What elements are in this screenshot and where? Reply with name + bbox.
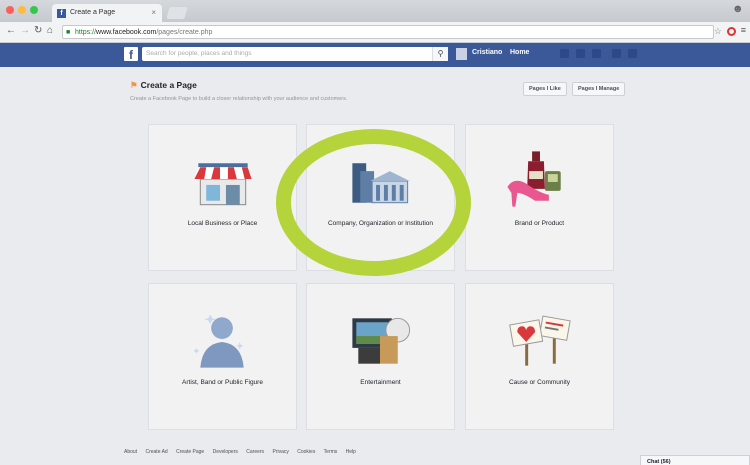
footer-link-privacy[interactable]: Privacy [272, 449, 288, 455]
facebook-search-input[interactable]: Search for people, places and things [142, 47, 447, 61]
pages-i-like-button[interactable]: Pages I Like [523, 82, 567, 96]
facebook-top-bar: f Search for people, places and things ⚲… [0, 43, 750, 67]
search-icon[interactable]: ⚲ [432, 47, 448, 61]
url-scheme: https:// [75, 29, 97, 36]
browser-window: f Create a Page × ☻ ← → ↻ ⌂ ■ https://ww… [0, 0, 750, 465]
category-label: Entertainment [360, 379, 401, 386]
flag-icon: ⚑ [130, 80, 138, 90]
friend-requests-icon[interactable] [560, 49, 569, 58]
footer-link-create-page[interactable]: Create Page [176, 449, 204, 455]
home-icon[interactable]: ⌂ [47, 25, 53, 36]
footer-link-developers[interactable]: Developers [213, 449, 238, 455]
close-window-icon[interactable] [6, 6, 14, 14]
address-bar[interactable]: ■ https://www.facebook.com/pages/create.… [62, 25, 714, 39]
page-title-text: Create a Page [140, 80, 197, 90]
tab-strip: f Create a Page × ☻ [0, 0, 750, 22]
back-icon[interactable]: ← [6, 25, 16, 36]
bookmark-star-icon[interactable]: ☆ [714, 26, 722, 37]
footer-link-terms[interactable]: Terms [324, 449, 338, 455]
footer-link-create-ad[interactable]: Create Ad [145, 449, 167, 455]
profile-link[interactable]: Cristiano [472, 49, 502, 56]
create-page-header: ⚑ Create a Page Create a Facebook Page to… [130, 80, 630, 110]
footer-link-careers[interactable]: Careers [246, 449, 264, 455]
pages-i-manage-button[interactable]: Pages I Manage [572, 82, 626, 96]
footer-link-cookies[interactable]: Cookies [297, 449, 315, 455]
minimize-window-icon[interactable] [18, 6, 26, 14]
person-silhouette-icon [193, 314, 244, 368]
browser-toolbar: ← → ↻ ⌂ ■ https://www.facebook.com/pages… [0, 22, 750, 43]
browser-menu-icon[interactable]: ≡ [741, 25, 746, 35]
url-path: /pages/create.php [156, 29, 213, 36]
category-card-artist[interactable]: Artist, Band or Public Figure [148, 283, 297, 430]
privacy-shortcuts-icon[interactable] [612, 49, 621, 58]
profile-icon[interactable]: ☻ [732, 3, 744, 17]
account-menu-icon[interactable] [628, 49, 637, 58]
url-host: www.facebook.com [96, 29, 157, 36]
page-title: ⚑ Create a Page [130, 80, 197, 91]
signs-icon [509, 315, 571, 366]
new-tab-button[interactable] [166, 7, 188, 19]
zoom-window-icon[interactable] [30, 6, 38, 14]
messages-icon[interactable] [576, 49, 585, 58]
chat-sidebar-button[interactable]: Chat (56) [640, 455, 750, 465]
home-link[interactable]: Home [510, 49, 529, 56]
notifications-icon[interactable] [592, 49, 601, 58]
facebook-favicon-icon: f [57, 9, 66, 18]
footer-links: About Create Ad Create Page Developers C… [124, 449, 363, 455]
opera-extension-icon[interactable] [727, 27, 736, 36]
category-label: Local Business or Place [187, 220, 258, 227]
reload-icon[interactable]: ↻ [34, 25, 42, 36]
facebook-logo-icon[interactable]: f [124, 47, 138, 62]
storefront-icon [194, 163, 252, 206]
category-label: Cause or Community [508, 379, 571, 386]
avatar[interactable] [456, 48, 467, 60]
tab-close-icon[interactable]: × [151, 4, 156, 22]
page-subtitle: Create a Facebook Page to build a closer… [130, 96, 348, 102]
footer-link-help[interactable]: Help [346, 449, 356, 455]
category-card-cause[interactable]: Cause or Community [465, 283, 614, 430]
lock-icon: ■ [66, 29, 71, 36]
category-label: Brand or Product [514, 220, 565, 227]
tv-icon [352, 317, 411, 364]
category-label: Artist, Band or Public Figure [182, 379, 263, 386]
forward-icon[interactable]: → [20, 25, 30, 36]
category-card-entertainment[interactable]: Entertainment [306, 283, 455, 430]
tab-title: Create a Page [70, 9, 116, 16]
browser-tab[interactable]: f Create a Page × [52, 4, 162, 22]
category-card-local-business[interactable]: Local Business or Place [148, 124, 297, 271]
products-icon [507, 151, 561, 207]
footer-link-about[interactable]: About [124, 449, 137, 455]
highlight-ellipse [276, 129, 471, 276]
category-card-brand[interactable]: Brand or Product [465, 124, 614, 271]
